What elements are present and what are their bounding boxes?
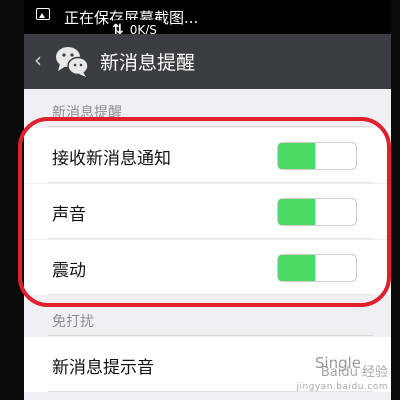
toggle-knob: [315, 143, 356, 169]
divider: [48, 126, 373, 127]
wechat-icon: [56, 47, 89, 77]
watermark-title: Baidu 经验: [320, 365, 388, 380]
sound-toggle[interactable]: [277, 198, 357, 226]
section-header-new-message: 新消息提醒: [24, 99, 391, 127]
baidu-watermark: Baidu 经验 jingyan.baidu.com: [296, 366, 388, 394]
receive-notifications-toggle[interactable]: [277, 142, 357, 170]
setting-row-vibrate[interactable]: 震动: [24, 240, 391, 295]
watermark-url: jingyan.baidu.com: [296, 382, 388, 392]
image-icon: [36, 8, 50, 20]
title-bar: ‹ 新消息提醒: [24, 34, 391, 89]
toggle-knob: [315, 255, 356, 281]
divider: [48, 335, 373, 336]
screen-frame-right: [391, 0, 400, 400]
setting-row-receive-notifications[interactable]: 接收新消息通知: [24, 128, 391, 183]
divider: [48, 238, 373, 239]
screen-frame-left: [0, 0, 24, 400]
divider: [48, 294, 373, 295]
setting-row-sound[interactable]: 声音: [24, 184, 391, 239]
setting-label: 震动: [52, 261, 86, 281]
toggle-knob: [315, 199, 356, 225]
divider: [48, 182, 373, 183]
setting-label: 声音: [52, 205, 86, 225]
vibrate-toggle[interactable]: [277, 254, 357, 282]
section-header-label: 新消息提醒: [52, 105, 122, 121]
status-bar: 正在保存屏幕截图... ⇅ 0K/S: [24, 0, 391, 40]
chevron-left-icon[interactable]: ‹: [34, 48, 42, 72]
page-title: 新消息提醒: [100, 52, 196, 74]
setting-label: 新消息提示音: [52, 358, 154, 378]
section-header-do-not-disturb: 免打扰: [24, 308, 391, 336]
setting-label: 接收新消息通知: [52, 149, 171, 169]
settings-content: 新消息提醒 接收新消息通知 声音 震动 免打扰 新消息提示音 Single: [24, 89, 391, 400]
section-header-label: 免打扰: [52, 314, 94, 330]
